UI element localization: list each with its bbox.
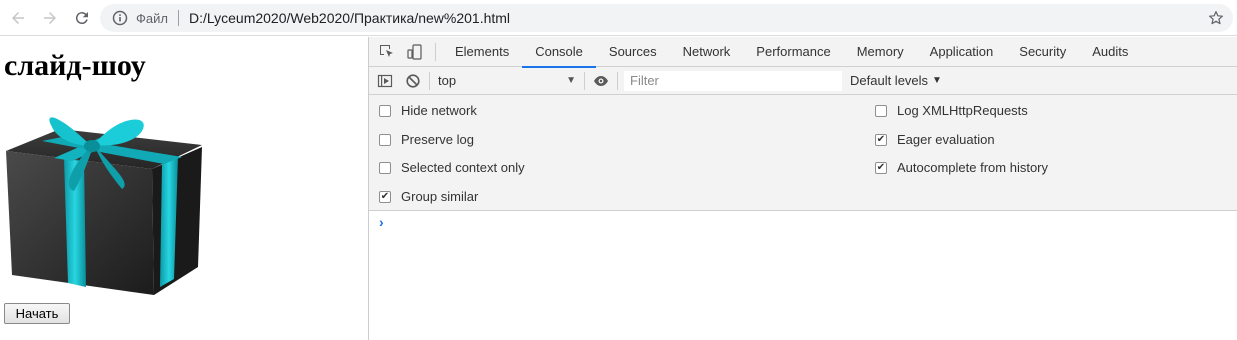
tab-memory[interactable]: Memory	[844, 37, 917, 67]
autocomplete-history-label: Autocomplete from history	[897, 160, 1049, 175]
console-output[interactable]: ›	[369, 212, 1237, 340]
autocomplete-history-checkbox[interactable]: ✔	[875, 161, 887, 174]
clear-console-button[interactable]	[399, 67, 427, 95]
gift-box-image	[6, 117, 202, 295]
group-similar-checkbox[interactable]: ✔	[379, 190, 391, 203]
arrow-left-icon	[12, 12, 24, 24]
toolbar-divider	[617, 71, 618, 90]
scheme-label: Файл	[136, 10, 168, 26]
tabbar-divider	[435, 42, 436, 61]
tab-security[interactable]: Security	[1006, 37, 1079, 67]
url-text[interactable]: D:/Lyceum2020/Web2020/Практика/new%201.h…	[189, 10, 510, 26]
reload-icon	[75, 12, 88, 25]
preserve-log-checkbox[interactable]	[379, 133, 391, 146]
log-xhr-checkbox[interactable]	[875, 104, 887, 117]
log-xhr-option[interactable]: Log XMLHttpRequests	[875, 103, 1028, 118]
hide-network-checkbox[interactable]	[379, 104, 391, 117]
autocomplete-history-option[interactable]: ✔ Autocomplete from history	[875, 160, 1048, 175]
preserve-log-option[interactable]: Preserve log	[379, 132, 474, 147]
back-button[interactable]	[4, 4, 32, 32]
selected-context-option[interactable]: Selected context only	[379, 160, 525, 175]
dropdown-arrow-icon: ▼	[932, 75, 942, 86]
bookmark-star-icon[interactable]	[1207, 9, 1225, 27]
log-levels-label: Default levels	[850, 73, 929, 88]
group-similar-option[interactable]: ✔ Group similar	[379, 189, 478, 204]
tab-application[interactable]: Application	[917, 37, 1007, 67]
selected-context-checkbox[interactable]	[379, 161, 391, 174]
page-title: слайд-шоу	[4, 49, 146, 82]
tab-network[interactable]: Network	[670, 37, 744, 67]
tab-elements[interactable]: Elements	[442, 37, 522, 67]
preserve-log-label: Preserve log	[401, 132, 474, 147]
log-levels-dropdown[interactable]: Default levels ▼	[850, 73, 942, 88]
hide-network-option[interactable]: Hide network	[379, 103, 477, 118]
eager-evaluation-label: Eager evaluation	[897, 132, 995, 147]
devtools-tabbar: Elements Console Sources Network Perform…	[369, 37, 1237, 68]
show-sidebar-button[interactable]	[371, 67, 399, 95]
live-expression-button[interactable]	[587, 67, 615, 95]
context-value: top	[438, 73, 457, 88]
page-viewport: слайд-шоу Начать	[0, 37, 368, 340]
clear-circle-icon	[406, 73, 420, 88]
console-toolbar: top ▼ Default levels ▼	[369, 67, 1237, 95]
console-prompt-chevron-icon: ›	[379, 214, 384, 230]
dropdown-arrow-icon: ▼	[566, 75, 576, 86]
forward-button[interactable]	[36, 4, 64, 32]
eager-evaluation-checkbox[interactable]: ✔	[875, 133, 887, 146]
tab-audits[interactable]: Audits	[1079, 37, 1141, 67]
eager-evaluation-option[interactable]: ✔ Eager evaluation	[875, 132, 995, 147]
log-xhr-label: Log XMLHttpRequests	[897, 103, 1028, 118]
device-toolbar-button[interactable]	[401, 38, 429, 66]
devtools-panel: Elements Console Sources Network Perform…	[368, 37, 1237, 340]
inspect-element-button[interactable]	[373, 38, 401, 66]
device-mobile-icon	[407, 43, 422, 60]
toolbar-divider	[429, 71, 430, 90]
hide-network-label: Hide network	[401, 103, 477, 118]
group-similar-label: Group similar	[401, 189, 479, 204]
start-button[interactable]: Начать	[4, 303, 70, 324]
filter-input[interactable]	[624, 70, 842, 91]
reload-button[interactable]	[68, 4, 96, 32]
console-settings-pane: Hide network Preserve log Selected conte…	[369, 95, 1237, 211]
toolbar-divider	[584, 71, 585, 90]
arrow-right-icon	[44, 12, 56, 24]
omnibox[interactable]: Файл D:/Lyceum2020/Web2020/Практика/new%…	[100, 4, 1233, 32]
omnibox-divider	[177, 10, 179, 26]
tab-performance[interactable]: Performance	[743, 37, 843, 67]
tab-sources[interactable]: Sources	[596, 37, 670, 67]
context-select[interactable]: top ▼	[432, 70, 582, 92]
inspect-cursor-icon	[380, 44, 393, 57]
selected-context-label: Selected context only	[401, 160, 525, 175]
sidebar-play-icon	[377, 74, 393, 87]
info-icon[interactable]	[112, 10, 128, 26]
browser-toolbar: Файл D:/Lyceum2020/Web2020/Практика/new%…	[0, 0, 1237, 36]
eye-icon	[594, 75, 608, 86]
tab-console[interactable]: Console	[522, 37, 596, 68]
